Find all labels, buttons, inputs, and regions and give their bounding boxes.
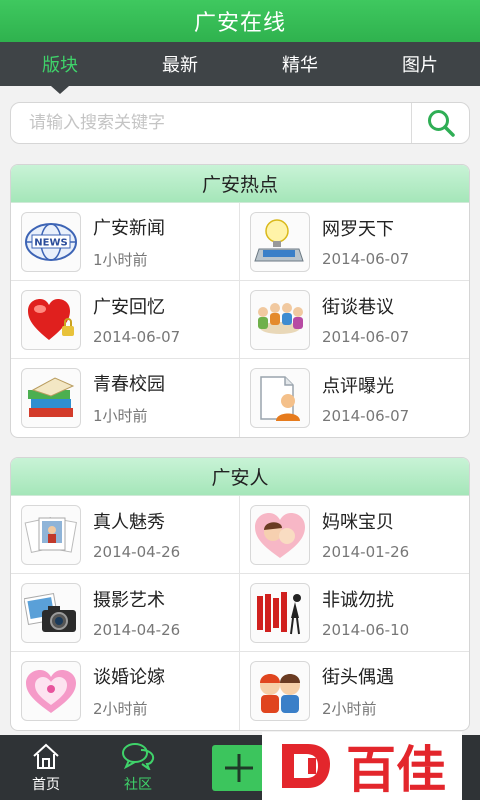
item-title: 街头偶遇 (322, 667, 394, 688)
nav-home[interactable]: 首页 (0, 735, 92, 800)
search-icon (427, 110, 455, 137)
forum-item-memories[interactable]: 广安回忆 2014-06-07 (11, 281, 240, 359)
item-updated: 2小时前 (93, 700, 148, 718)
forum-item-baby[interactable]: 妈咪宝贝 2014-01-26 (240, 496, 469, 574)
home-icon (33, 743, 59, 769)
section-people: 广安人 真人魅秀 2014-04-26 妈咪宝贝 2014-01-26 摄影艺术… (10, 457, 470, 731)
compose-button[interactable] (212, 745, 266, 791)
watermark-text: 百佳 (346, 741, 446, 799)
camera-icon (21, 582, 81, 643)
forum-item-world[interactable]: 网罗天下 2014-06-07 (240, 203, 469, 281)
forum-item-news[interactable]: NEWS 广安新闻 1小时前 (11, 203, 240, 281)
dating-show-icon (250, 582, 310, 643)
search-input[interactable] (11, 103, 411, 143)
nav-community[interactable]: 社区 (92, 735, 184, 800)
forum-item-photography[interactable]: 摄影艺术 2014-04-26 (11, 574, 240, 652)
forum-item-review[interactable]: 点评曝光 2014-06-07 (240, 359, 469, 437)
nav-home-label: 首页 (32, 777, 60, 793)
couple-icon (250, 661, 310, 721)
tab-pictures[interactable]: 图片 (360, 42, 480, 86)
forum-item-street-talk[interactable]: 街谈巷议 2014-06-07 (240, 281, 469, 359)
app-title: 广安在线 (0, 0, 480, 42)
tab-sections[interactable]: 版块 (0, 42, 120, 94)
watermark-logo: 百佳 (262, 732, 462, 800)
item-updated: 2014-06-07 (93, 328, 181, 346)
item-updated: 2014-04-26 (93, 621, 181, 639)
item-updated: 2014-06-10 (322, 621, 410, 639)
news-globe-icon: NEWS (21, 211, 81, 272)
books-icon (21, 368, 81, 428)
item-updated: 2014-06-07 (322, 406, 410, 425)
svg-text:NEWS: NEWS (34, 237, 67, 248)
tab-featured[interactable]: 精华 (240, 42, 360, 86)
item-title: 广安新闻 (93, 217, 165, 239)
item-title: 点评曝光 (322, 375, 394, 397)
section-title: 广安热点 (11, 165, 469, 203)
item-title: 青春校园 (93, 374, 165, 395)
nav-community-label: 社区 (124, 777, 152, 793)
user-document-icon (250, 368, 310, 428)
search-button[interactable] (411, 103, 469, 143)
forum-item-show[interactable]: 真人魅秀 2014-04-26 (11, 496, 240, 574)
tab-bar: 版块 最新 精华 图片 (0, 42, 480, 94)
wedding-heart-icon (21, 661, 81, 721)
item-title: 真人魅秀 (93, 512, 165, 533)
heart-lock-icon (21, 289, 81, 350)
baijia-logo-icon (282, 744, 330, 788)
meeting-people-icon (250, 289, 310, 350)
item-title: 谈婚论嫁 (93, 667, 165, 688)
item-title: 摄影艺术 (93, 590, 165, 611)
plus-icon (225, 754, 253, 782)
forum-item-dating[interactable]: 非诚勿扰 2014-06-10 (240, 574, 469, 652)
item-updated: 2014-01-26 (322, 543, 410, 561)
item-title: 广安回忆 (93, 297, 165, 318)
tab-latest[interactable]: 最新 (120, 42, 240, 86)
item-updated: 2014-04-26 (93, 543, 181, 561)
forum-item-campus[interactable]: 青春校园 1小时前 (11, 359, 240, 437)
item-title: 妈咪宝贝 (322, 512, 394, 533)
item-title: 非诚勿扰 (322, 590, 394, 611)
item-updated: 2小时前 (322, 700, 377, 718)
item-title: 网罗天下 (322, 219, 394, 240)
section-hotspots: 广安热点 NEWS 广安新闻 1小时前 网罗天下 2014-06-07 广安回忆… (10, 164, 470, 438)
item-title: 街谈巷议 (322, 297, 394, 318)
search-bar (10, 102, 470, 144)
forum-item-encounter[interactable]: 街头偶遇 2小时前 (240, 652, 469, 730)
item-updated: 2014-06-07 (322, 250, 410, 268)
item-updated: 1小时前 (93, 250, 148, 269)
item-updated: 1小时前 (93, 407, 148, 425)
forum-item-marriage[interactable]: 谈婚论嫁 2小时前 (11, 652, 240, 730)
laptop-lightbulb-icon (250, 211, 310, 272)
photo-stack-icon (21, 504, 81, 565)
section-title: 广安人 (11, 458, 469, 496)
mother-baby-icon (250, 504, 310, 565)
chat-bubble-icon (122, 743, 155, 770)
item-updated: 2014-06-07 (322, 328, 410, 346)
